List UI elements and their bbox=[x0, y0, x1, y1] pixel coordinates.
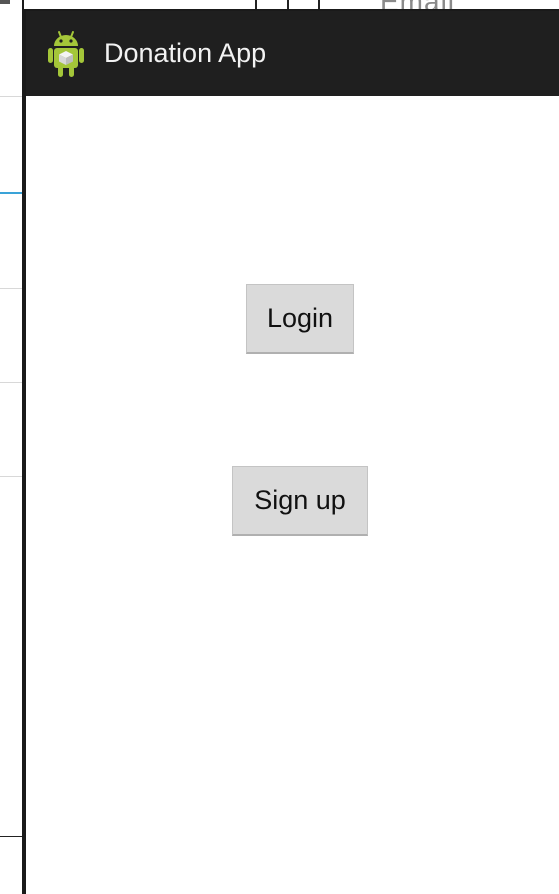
action-bar: Donation App bbox=[26, 11, 559, 96]
background-divider bbox=[0, 382, 24, 383]
background-accent-divider bbox=[0, 192, 24, 194]
app-window: Donation App Login Sign up bbox=[24, 9, 559, 894]
background-divider bbox=[0, 96, 24, 97]
app-title: Donation App bbox=[104, 38, 267, 68]
login-button[interactable]: Login bbox=[246, 284, 354, 354]
background-divider bbox=[0, 836, 24, 837]
screen: Email bbox=[0, 0, 559, 894]
android-robot-icon[interactable] bbox=[48, 29, 84, 79]
background-divider bbox=[0, 476, 24, 477]
background-divider bbox=[0, 288, 24, 289]
signup-button[interactable]: Sign up bbox=[232, 466, 368, 536]
background-fragment bbox=[0, 0, 10, 4]
main-content: Login Sign up bbox=[26, 96, 559, 894]
